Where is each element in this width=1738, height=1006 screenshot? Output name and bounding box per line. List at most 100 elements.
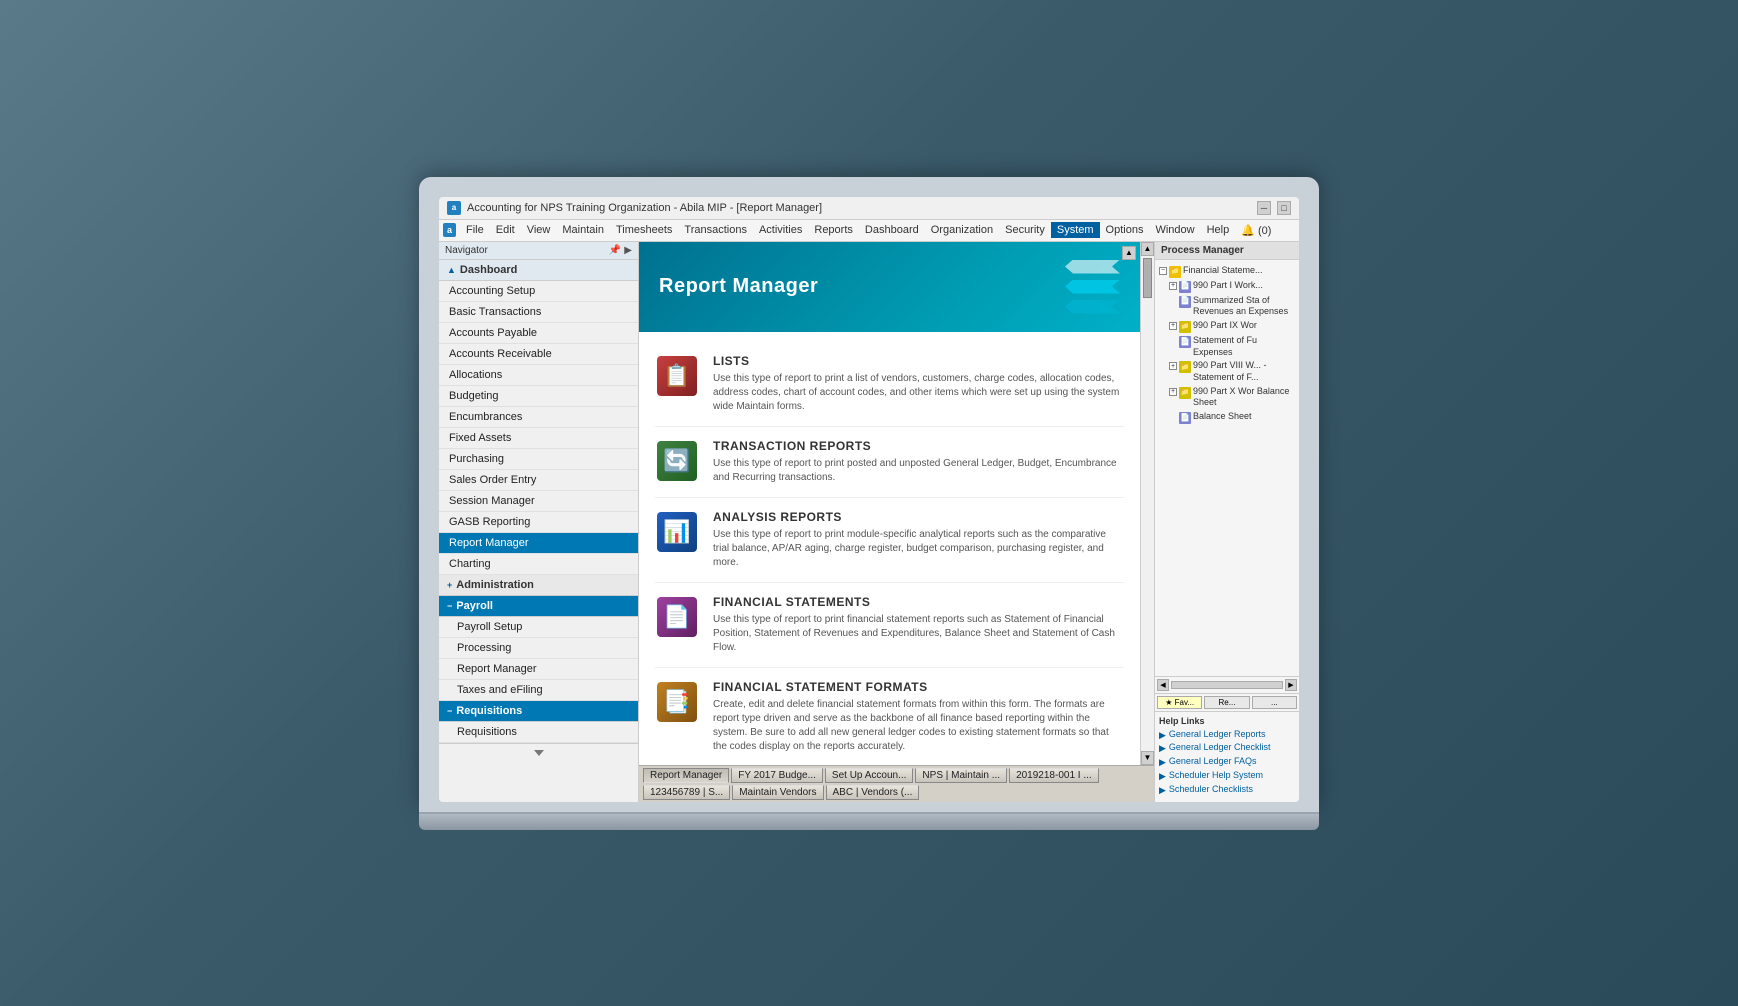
taskbar-nps-maintain[interactable]: NPS | Maintain ... xyxy=(915,768,1007,783)
help-link-gl-checklist[interactable]: ▶ General Ledger Checklist xyxy=(1159,742,1295,754)
tree-doc-icon-990-1: 📄 xyxy=(1179,281,1191,293)
nav-sales-order-entry[interactable]: Sales Order Entry xyxy=(439,470,638,491)
tree-expand-990-9[interactable]: + xyxy=(1169,322,1177,330)
navigator-pin-btn[interactable]: 📌 xyxy=(609,245,621,256)
taskbar-abc-vendors[interactable]: ABC | Vendors (... xyxy=(826,785,920,800)
nav-session-manager[interactable]: Session Manager xyxy=(439,491,638,512)
tree-financial-statements[interactable]: − 📁 Financial Stateme... xyxy=(1159,264,1295,279)
taskbar-set-up-account[interactable]: Set Up Accoun... xyxy=(825,768,914,783)
chevron-2 xyxy=(1065,280,1120,294)
menu-window[interactable]: Window xyxy=(1149,222,1200,238)
section-transaction-reports[interactable]: 🔄 TRANSACTION REPORTS Use this type of r… xyxy=(655,427,1124,498)
nav-taxes-efiling[interactable]: Taxes and eFiling xyxy=(439,680,638,701)
nav-fixed-assets[interactable]: Fixed Assets xyxy=(439,428,638,449)
scroll-up-btn[interactable]: ▲ xyxy=(1122,246,1136,260)
navigator-expand-btn[interactable]: ▶ xyxy=(624,245,632,256)
tree-expand-990-10[interactable]: + xyxy=(1169,388,1177,396)
nav-accounts-receivable[interactable]: Accounts Receivable xyxy=(439,344,638,365)
help-link-label-5: Scheduler Checklists xyxy=(1169,784,1253,795)
menu-reports[interactable]: Reports xyxy=(808,222,859,238)
taskbar-123456789[interactable]: 123456789 | S... xyxy=(643,785,730,800)
nav-processing[interactable]: Processing xyxy=(439,638,638,659)
proc-tab-reports[interactable]: Re... xyxy=(1204,696,1249,709)
tree-folder-icon-990-10: 📁 xyxy=(1179,387,1191,399)
nav-requisitions-item[interactable]: Requisitions xyxy=(439,722,638,743)
help-link-scheduler-help[interactable]: ▶ Scheduler Help System xyxy=(1159,770,1295,782)
nav-administration-section[interactable]: + Administration xyxy=(439,575,638,596)
nav-gasb-reporting[interactable]: GASB Reporting xyxy=(439,512,638,533)
menu-notifications[interactable]: 🔔 (0) xyxy=(1235,222,1277,239)
hscroll-left-btn[interactable]: ◀ xyxy=(1157,679,1169,691)
payroll-collapse-icon: − xyxy=(447,601,452,611)
nav-budgeting[interactable]: Budgeting xyxy=(439,386,638,407)
menu-edit[interactable]: Edit xyxy=(490,222,521,238)
taskbar-report-manager[interactable]: Report Manager xyxy=(643,768,729,783)
tree-expand-990-8[interactable]: + xyxy=(1169,362,1177,370)
section-financial-statements[interactable]: 📄 FINANCIAL STATEMENTS Use this type of … xyxy=(655,583,1124,668)
title-bar-left: a Accounting for NPS Training Organizati… xyxy=(447,201,822,215)
section-financial-formats[interactable]: 📑 FINANCIAL STATEMENT FORMATS Create, ed… xyxy=(655,668,1124,765)
nav-encumbrances[interactable]: Encumbrances xyxy=(439,407,638,428)
menu-organization[interactable]: Organization xyxy=(925,222,999,238)
tree-balance-sheet[interactable]: 📄 Balance Sheet xyxy=(1179,410,1295,425)
tree-summarized-statement[interactable]: 📄 Summarized Sta of Revenues an Expenses xyxy=(1179,294,1295,319)
tree-label-balance-sheet: Balance Sheet xyxy=(1193,411,1295,423)
nav-payroll-setup[interactable]: Payroll Setup xyxy=(439,617,638,638)
menu-system[interactable]: System xyxy=(1051,222,1100,238)
tree-expand-financial[interactable]: − xyxy=(1159,267,1167,275)
scroll-thumb[interactable] xyxy=(1143,258,1152,298)
hscroll-track[interactable] xyxy=(1171,681,1283,689)
vertical-scrollbar[interactable]: ▲ ▼ xyxy=(1140,242,1154,765)
menu-maintain[interactable]: Maintain xyxy=(556,222,610,238)
taskbar-fy2017-budget[interactable]: FY 2017 Budge... xyxy=(731,768,823,783)
tree-expand-990-1[interactable]: + xyxy=(1169,282,1177,290)
nav-charting[interactable]: Charting xyxy=(439,554,638,575)
title-bar: a Accounting for NPS Training Organizati… xyxy=(439,197,1299,220)
nav-accounts-payable[interactable]: Accounts Payable xyxy=(439,323,638,344)
section-financial-icon: 📄 xyxy=(655,595,699,639)
section-analysis-reports[interactable]: 📊 ANALYSIS REPORTS Use this type of repo… xyxy=(655,498,1124,583)
menu-transactions[interactable]: Transactions xyxy=(678,222,753,238)
tree-label-990-10: 990 Part X Wor Balance Sheet xyxy=(1193,386,1295,409)
help-link-gl-faqs[interactable]: ▶ General Ledger FAQs xyxy=(1159,756,1295,768)
tree-990-part10[interactable]: + 📁 990 Part X Wor Balance Sheet xyxy=(1169,385,1295,410)
menu-timesheets[interactable]: Timesheets xyxy=(610,222,678,238)
scroll-up-btn[interactable]: ▲ xyxy=(1141,242,1154,256)
menu-view[interactable]: View xyxy=(521,222,557,238)
proc-tab-favorites[interactable]: ★ Fav... xyxy=(1157,696,1202,709)
content-main: Report Manager xyxy=(639,242,1154,765)
tree-label-financial: Financial Stateme... xyxy=(1183,265,1295,277)
nav-scroll-down[interactable] xyxy=(534,750,544,756)
tree-990-part9[interactable]: + 📁 990 Part IX Wor xyxy=(1169,319,1295,334)
nav-accounting-setup[interactable]: Accounting Setup xyxy=(439,281,638,302)
nav-payroll-section[interactable]: − Payroll xyxy=(439,596,638,617)
maximize-button[interactable]: □ xyxy=(1277,201,1291,215)
help-link-gl-reports[interactable]: ▶ General Ledger Reports xyxy=(1159,729,1295,741)
proc-tab-more[interactable]: ... xyxy=(1252,696,1297,709)
hscroll-right-btn[interactable]: ▶ xyxy=(1285,679,1297,691)
nav-payroll-report-manager[interactable]: Report Manager xyxy=(439,659,638,680)
minimize-button[interactable]: ─ xyxy=(1257,201,1271,215)
menu-help[interactable]: Help xyxy=(1201,222,1236,238)
help-link-scheduler-checklists[interactable]: ▶ Scheduler Checklists xyxy=(1159,784,1295,796)
nav-requisitions-section[interactable]: − Requisitions xyxy=(439,701,638,722)
menu-security[interactable]: Security xyxy=(999,222,1051,238)
menu-dashboard[interactable]: Dashboard xyxy=(859,222,925,238)
tree-990-part8[interactable]: + 📁 990 Part VIII W... - Statement of F.… xyxy=(1169,359,1295,384)
tree-statement-fu-expenses[interactable]: 📄 Statement of Fu Expenses xyxy=(1179,334,1295,359)
nav-dashboard[interactable]: ▲ Dashboard xyxy=(439,260,638,281)
taskbar-maintain-vendors[interactable]: Maintain Vendors xyxy=(732,785,823,800)
taskbar-2019218[interactable]: 2019218-001 I ... xyxy=(1009,768,1099,783)
tree-990-part1[interactable]: + 📄 990 Part I Work... xyxy=(1169,279,1295,294)
section-lists[interactable]: 📋 LISTS Use this type of report to print… xyxy=(655,342,1124,427)
menu-activities[interactable]: Activities xyxy=(753,222,808,238)
nav-allocations[interactable]: Allocations xyxy=(439,365,638,386)
nav-purchasing[interactable]: Purchasing xyxy=(439,449,638,470)
scroll-down-btn[interactable]: ▼ xyxy=(1141,751,1154,765)
menu-file[interactable]: File xyxy=(460,222,490,238)
nav-report-manager[interactable]: Report Manager xyxy=(439,533,638,554)
menu-options[interactable]: Options xyxy=(1100,222,1150,238)
financial-icon-box: 📄 xyxy=(657,597,697,637)
chevron-1 xyxy=(1065,260,1120,274)
nav-basic-transactions[interactable]: Basic Transactions xyxy=(439,302,638,323)
